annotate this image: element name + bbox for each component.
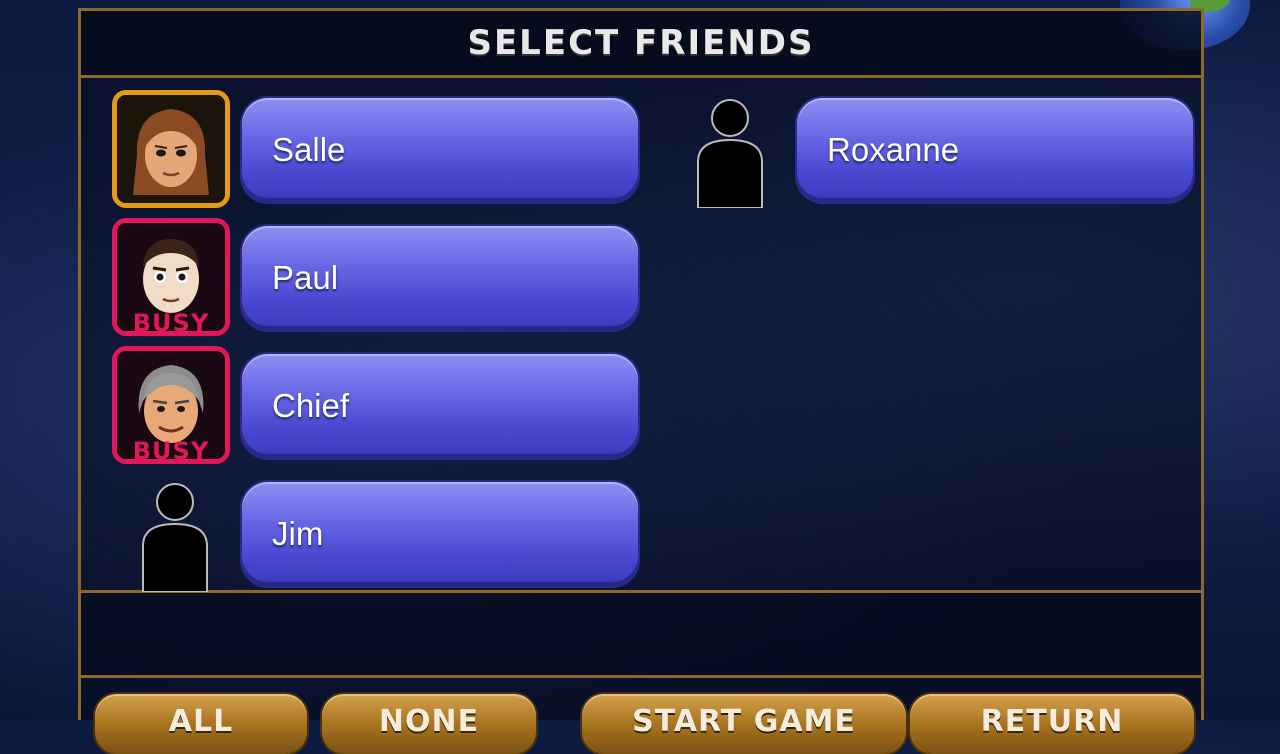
all-button-label: ALL — [168, 704, 234, 739]
return-button-label: RETURN — [980, 704, 1124, 739]
page-title: SELECT FRIENDS — [467, 23, 815, 63]
silhouette-icon — [142, 483, 208, 592]
title-bar: SELECT FRIENDS — [81, 11, 1201, 78]
friend-item-salle[interactable]: Salle — [112, 90, 642, 208]
friend-item-paul[interactable]: BUSY Paul — [112, 218, 642, 336]
avatar-roxanne — [667, 90, 785, 208]
friend-name-label: Roxanne — [827, 131, 960, 168]
friend-name-button-jim[interactable]: Jim — [242, 482, 638, 586]
friend-item-chief[interactable]: BUSY Chief — [112, 346, 642, 464]
return-button[interactable]: RETURN — [910, 694, 1194, 754]
avatar-chief: BUSY — [112, 346, 230, 464]
silhouette-icon — [697, 99, 763, 208]
busy-badge: BUSY — [132, 309, 210, 336]
mii-face-icon — [117, 95, 225, 203]
friend-item-jim[interactable]: Jim — [112, 474, 642, 592]
avatar-salle — [112, 90, 230, 208]
avatar-paul: BUSY — [112, 218, 230, 336]
select-friends-panel: SELECT FRIENDS Salle BUSY Paul BUSY Chie… — [78, 8, 1204, 720]
friend-name-label: Paul — [272, 259, 339, 296]
start-game-button-label: START GAME — [632, 704, 856, 739]
friend-name-label: Chief — [272, 387, 350, 424]
none-button-label: NONE — [378, 704, 480, 739]
start-game-button[interactable]: START GAME — [582, 694, 906, 754]
friend-list: Salle BUSY Paul BUSY Chief Jim Roxanne — [81, 78, 1201, 593]
friend-item-roxanne[interactable]: Roxanne — [667, 90, 1197, 208]
friend-name-button-chief[interactable]: Chief — [242, 354, 638, 458]
all-button[interactable]: ALL — [95, 694, 307, 754]
friend-name-button-salle[interactable]: Salle — [242, 98, 638, 202]
avatar-jim — [112, 474, 230, 592]
info-bar — [81, 593, 1201, 678]
busy-badge: BUSY — [132, 437, 210, 464]
friend-name-button-roxanne[interactable]: Roxanne — [797, 98, 1193, 202]
friend-name-label: Salle — [272, 131, 346, 168]
none-button[interactable]: NONE — [322, 694, 536, 754]
friend-name-label: Jim — [272, 515, 324, 552]
friend-name-button-paul[interactable]: Paul — [242, 226, 638, 330]
